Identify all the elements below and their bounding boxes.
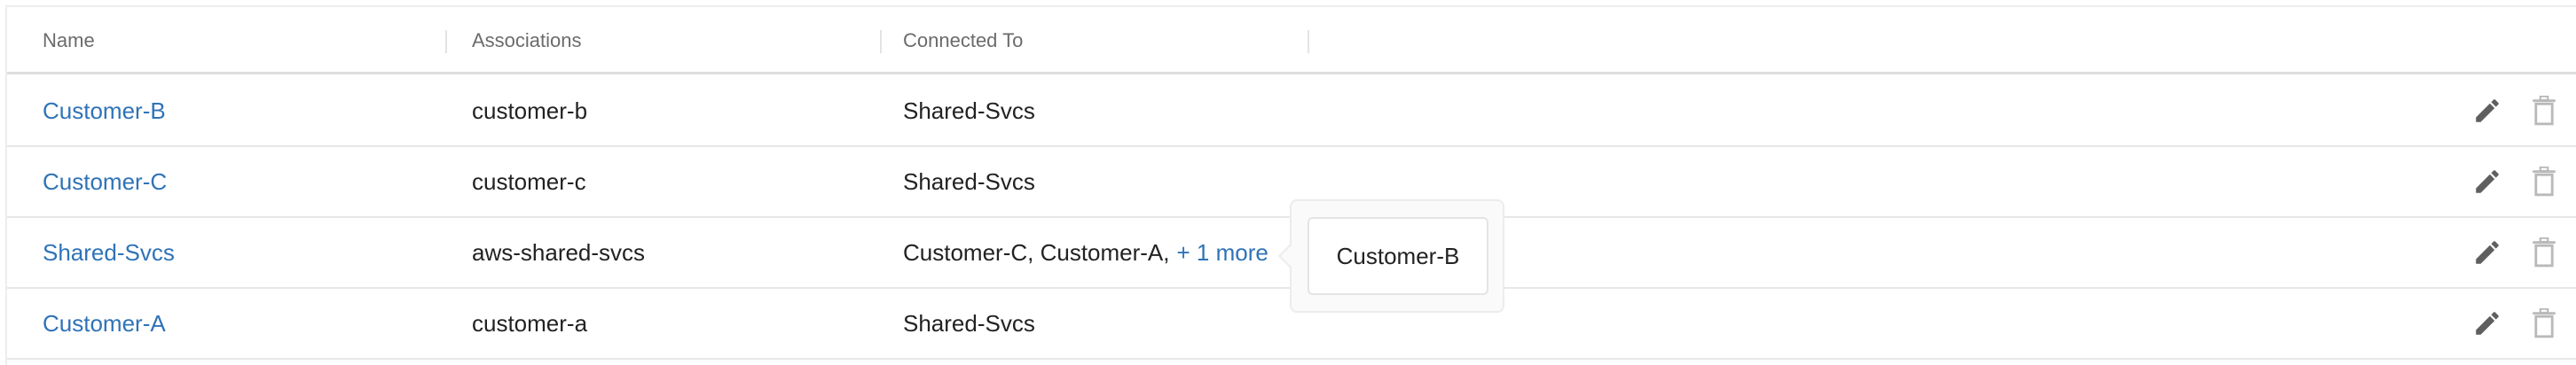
more-connections-popover: Customer-B <box>1277 199 1504 313</box>
pencil-icon <box>2476 312 2499 335</box>
row-association: customer-b <box>472 97 588 124</box>
delete-button[interactable] <box>2525 76 2564 145</box>
table-header: Name Associations Connected To <box>7 7 2576 74</box>
row-connected-to: Customer-C, Customer-A, <box>903 238 1170 266</box>
trash-icon <box>2533 96 2556 126</box>
row-association: aws-shared-svcs <box>472 238 646 266</box>
edit-button[interactable] <box>2468 218 2507 287</box>
row-connected-to: Shared-Svcs <box>903 309 1035 337</box>
delete-button[interactable] <box>2525 147 2564 216</box>
row-connected-to: Shared-Svcs <box>903 97 1035 124</box>
delete-button[interactable] <box>2525 289 2564 358</box>
popover-item[interactable]: Customer-B <box>1308 217 1488 295</box>
edit-button[interactable] <box>2468 147 2507 216</box>
column-header-name[interactable]: Name <box>43 7 95 74</box>
column-resize-handle[interactable] <box>445 30 447 53</box>
row-association: customer-a <box>472 309 588 337</box>
row-association: customer-c <box>472 167 586 195</box>
column-resize-handle[interactable] <box>1308 30 1309 53</box>
pencil-icon <box>2476 241 2499 264</box>
edit-button[interactable] <box>2468 76 2507 145</box>
column-header-connected-to[interactable]: Connected To <box>903 7 1023 74</box>
row-connected-to: Shared-Svcs <box>903 167 1035 195</box>
pencil-icon <box>2476 170 2499 193</box>
table-row: Customer-B customer-b Shared-Svcs <box>7 76 2576 147</box>
trash-icon <box>2533 237 2556 268</box>
row-name-link[interactable]: Customer-A <box>43 310 166 338</box>
column-header-associations[interactable]: Associations <box>472 7 582 74</box>
row-name-link[interactable]: Shared-Svcs <box>43 239 175 267</box>
trash-icon <box>2533 167 2556 197</box>
more-connections-link[interactable]: + 1 more <box>1177 239 1268 267</box>
delete-button[interactable] <box>2525 218 2564 287</box>
row-name-link[interactable]: Customer-B <box>43 97 166 125</box>
trash-icon <box>2533 308 2556 338</box>
row-name-link[interactable]: Customer-C <box>43 168 167 196</box>
edit-button[interactable] <box>2468 289 2507 358</box>
vpc-associations-table: Name Associations Connected To Customer-… <box>5 5 2576 365</box>
column-resize-handle[interactable] <box>880 30 882 53</box>
pencil-icon <box>2476 99 2499 122</box>
